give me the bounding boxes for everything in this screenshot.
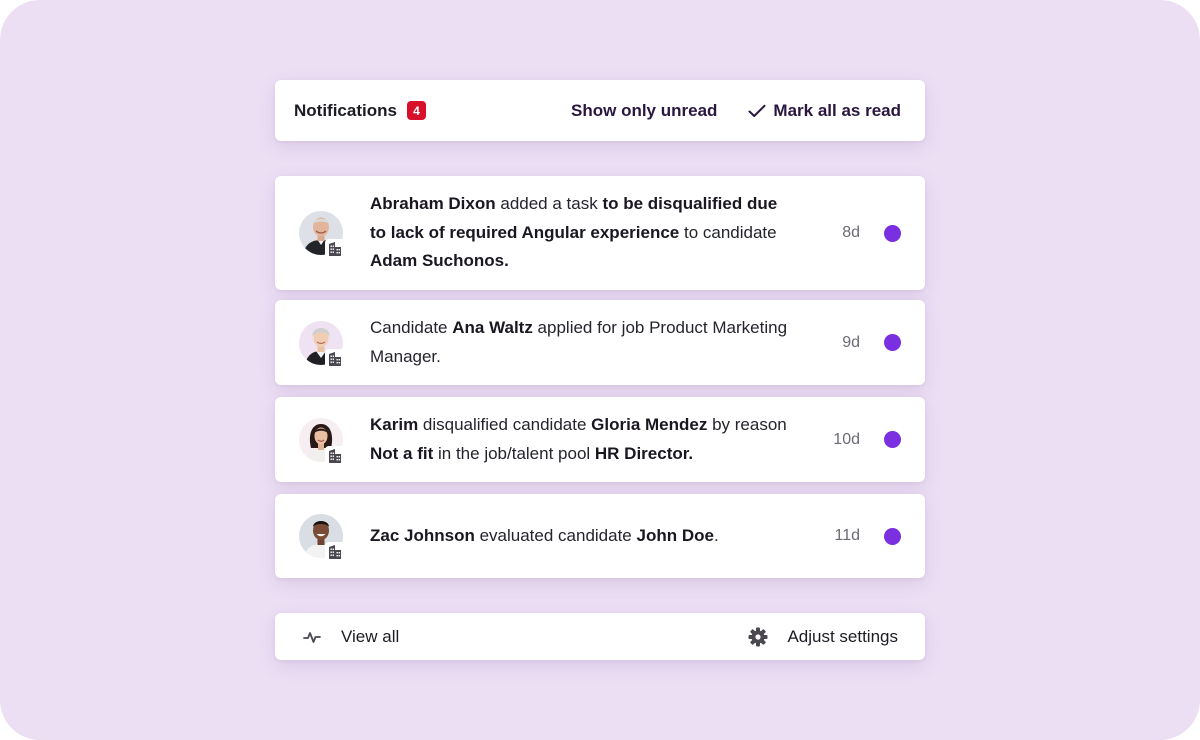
notification-text: Zac Johnson evaluated candidate John Doe… (370, 525, 719, 545)
adjust-settings-label: Adjust settings (787, 626, 898, 646)
notification-text: Karim disqualified candidate Gloria Mend… (370, 415, 787, 463)
building-icon (325, 542, 345, 562)
notification-time: 9d (842, 333, 860, 351)
mark-all-read-button[interactable]: Mark all as read (748, 101, 901, 121)
building-icon (325, 239, 345, 259)
avatar (299, 417, 345, 466)
building-icon (325, 348, 345, 369)
notifications-footer: View all Adjust settings (275, 613, 925, 660)
gear-icon (748, 627, 768, 647)
view-all-button[interactable]: View all (303, 627, 399, 647)
notification-time: 8d (842, 224, 860, 241)
unread-dot[interactable] (884, 224, 901, 242)
notification-actor: Karim (370, 415, 419, 434)
notification-time: 11d (834, 527, 860, 544)
avatar (299, 211, 345, 259)
unread-dot[interactable] (884, 527, 901, 545)
activity-icon (303, 630, 321, 644)
notification-text: Candidate Ana Waltz applied for job Prod… (370, 318, 788, 366)
notification-actor: Abraham Dixon (370, 194, 496, 214)
avatar (299, 320, 345, 369)
notification-text: Abraham Dixon added a task to be disqual… (370, 194, 778, 271)
notification-item[interactable]: Zac Johnson evaluated candidate John Doe… (275, 494, 925, 578)
notifications-header: Notifications 4 Show only unread Mark al… (275, 80, 925, 141)
notification-item[interactable]: Abraham Dixon added a task to be disqual… (275, 176, 925, 290)
notification-item[interactable]: Karim disqualified candidate Gloria Mend… (275, 397, 925, 482)
notification-candidate: Ana Waltz (452, 318, 533, 337)
notification-item[interactable]: Candidate Ana Waltz applied for job Prod… (275, 300, 925, 385)
unread-count-badge: 4 (406, 101, 426, 120)
view-all-label: View all (341, 626, 400, 646)
page-background: Notifications 4 Show only unread Mark al… (0, 0, 1200, 740)
show-only-unread-button[interactable]: Show only unread (571, 101, 717, 121)
adjust-settings-button[interactable]: Adjust settings (748, 627, 898, 647)
unread-dot[interactable] (884, 431, 901, 448)
notification-actor: Zac Johnson (370, 525, 475, 545)
unread-dot[interactable] (884, 334, 901, 351)
mark-all-read-label: Mark all as read (773, 100, 901, 120)
notification-time: 10d (833, 430, 860, 448)
building-icon (325, 445, 345, 466)
checkmark-icon (748, 104, 766, 117)
avatar (299, 514, 345, 562)
header-title: Notifications (294, 100, 397, 120)
